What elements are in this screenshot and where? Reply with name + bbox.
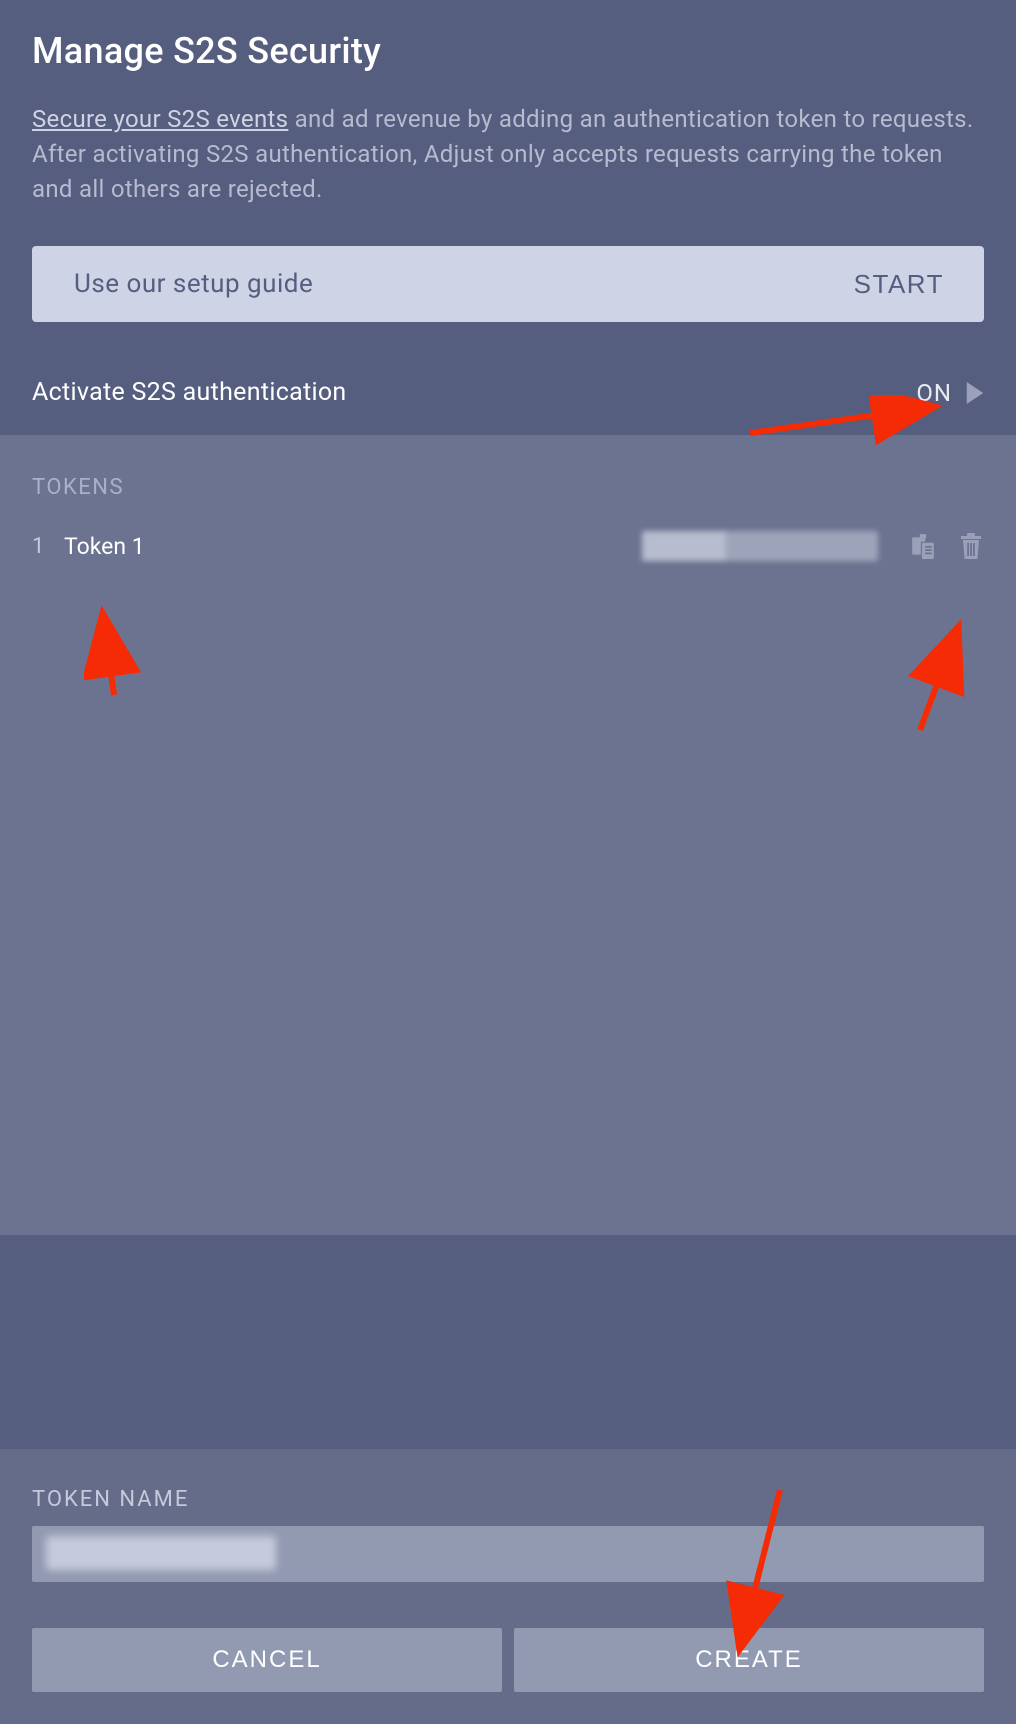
activate-row: Activate S2S authentication ON <box>0 378 1016 435</box>
setup-guide-bar[interactable]: Use our setup guide START <box>32 246 984 322</box>
trash-icon[interactable] <box>958 532 984 560</box>
token-index: 1 <box>32 534 64 559</box>
token-row: 1 Token 1 <box>32 526 984 566</box>
chevron-right-icon <box>966 382 984 404</box>
token-name-input[interactable] <box>32 1526 984 1582</box>
setup-guide-text: Use our setup guide <box>74 269 313 299</box>
copy-icon[interactable] <box>910 532 936 560</box>
tokens-section: TOKENS 1 Token 1 <box>0 435 1016 1235</box>
page-title: Manage S2S Security <box>32 30 984 72</box>
secure-events-link[interactable]: Secure your S2S events <box>32 105 288 133</box>
activate-toggle[interactable]: ON <box>916 379 984 407</box>
cancel-button[interactable]: CANCEL <box>32 1628 502 1692</box>
token-name-form: TOKEN NAME CANCEL CREATE <box>0 1449 1016 1724</box>
activate-label: Activate S2S authentication <box>32 378 347 407</box>
page-description: Secure your S2S events and ad revenue by… <box>32 102 984 206</box>
token-value-masked <box>642 531 878 561</box>
tokens-section-label: TOKENS <box>32 475 984 500</box>
toggle-state-label: ON <box>916 379 952 407</box>
token-name-label: TOKEN NAME <box>32 1487 984 1512</box>
token-name: Token 1 <box>64 533 145 560</box>
create-button[interactable]: CREATE <box>514 1628 984 1692</box>
start-button[interactable]: START <box>854 269 944 300</box>
